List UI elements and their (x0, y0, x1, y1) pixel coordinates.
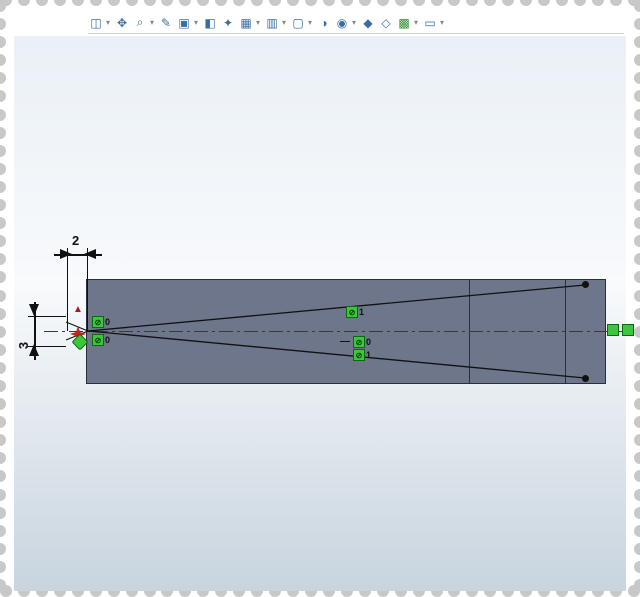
drag-handle-axis-2[interactable] (622, 324, 634, 336)
box-blank-icon[interactable]: ▢ (290, 15, 306, 31)
box-shaded-icon[interactable]: ▦ (238, 15, 254, 31)
constraint-lower-idx1: 1 (366, 351, 371, 360)
dropdown-icon[interactable]: ▾ (308, 18, 314, 27)
sketch-canvas: ▲ 2 3 ⊘ 0 ⊘ 0 ⊘ 1 — (14, 36, 626, 591)
perspective-icon[interactable]: ◑ (316, 15, 332, 31)
constraint-b[interactable]: ⊘ 0 (92, 334, 110, 346)
render-icon[interactable]: ▩ (396, 15, 412, 31)
drag-handle-axis[interactable] (607, 324, 619, 336)
constraint-upper-dia-index: 1 (359, 308, 364, 317)
dim2-ext1 (67, 248, 68, 331)
constraint-upper-dia[interactable]: ⊘ 1 (346, 306, 364, 318)
dropdown-icon[interactable]: ▾ (106, 18, 112, 27)
endpoint-lower[interactable] (582, 375, 589, 382)
constraint-a[interactable]: ⊘ 0 (92, 316, 110, 328)
dropdown-icon[interactable]: ▾ (194, 18, 200, 27)
horizontal-icon: — (340, 336, 350, 347)
dropdown-icon[interactable]: ▾ (282, 18, 288, 27)
zoom-fit-icon[interactable]: ⌕ (132, 15, 148, 31)
diameter-icon: ⊘ (92, 316, 104, 328)
diameter-icon: ⊘ (353, 349, 365, 361)
graphics-viewport[interactable]: ▲ 2 3 ⊘ 0 ⊘ 0 ⊘ 1 — (14, 36, 626, 591)
border-left (0, 0, 6, 591)
dim2-arrow-left (60, 248, 74, 260)
scenes-icon[interactable]: ◆ (360, 15, 376, 31)
dim-horizontal-value[interactable]: 2 (72, 233, 79, 248)
origin-arrow-icon: ▲ (73, 304, 83, 315)
view-cube-icon[interactable]: ◫ (88, 15, 104, 31)
dropdown-icon[interactable]: ▾ (352, 18, 358, 27)
border-top (0, 0, 640, 6)
sketch-line-lower[interactable] (88, 331, 585, 378)
dropdown-icon[interactable]: ▾ (150, 18, 156, 27)
view-axis-icon[interactable]: ✥ (114, 15, 130, 31)
box-edges-icon[interactable]: ▥ (264, 15, 280, 31)
constraint-a-index: 0 (105, 318, 110, 327)
diameter-icon: ⊘ (346, 306, 358, 318)
constraint-lower-dia[interactable]: — ⊘ 0 ⊘ 1 (340, 336, 371, 361)
wrench-icon[interactable]: ✦ (220, 15, 236, 31)
sketch-lines (14, 36, 626, 591)
border-right (634, 0, 640, 591)
apply-scene-icon[interactable]: ◇ (378, 15, 394, 31)
dropdown-icon[interactable]: ▾ (414, 18, 420, 27)
monitor-icon[interactable]: ▭ (422, 15, 438, 31)
dropdown-icon[interactable]: ▾ (256, 18, 262, 27)
display-style-icon[interactable]: ▣ (176, 15, 192, 31)
dim2-arrow-right (84, 248, 98, 260)
constraint-lower-idx0: 0 (366, 338, 371, 347)
diameter-icon: ⊘ (92, 334, 104, 346)
sketch-line-upper[interactable] (88, 285, 585, 331)
wand-icon[interactable]: ✎ (158, 15, 174, 31)
dropdown-icon[interactable]: ▾ (440, 18, 446, 27)
hide-show-icon[interactable]: ◉ (334, 15, 350, 31)
section-icon[interactable]: ◧ (202, 15, 218, 31)
heads-up-view-toolbar: ◫ ▾ ✥ ⌕ ▾ ✎ ▣ ▾ ◧ ✦ ▦ ▾ ▥ ▾ ▢ ▾ ◑ ◉ ▾ ◆ … (88, 14, 624, 34)
dim3-arrow-bottom (28, 344, 40, 358)
dim2-ext2 (87, 248, 88, 331)
endpoint-upper[interactable] (582, 281, 589, 288)
constraint-b-index: 0 (105, 336, 110, 345)
diameter-icon: ⊘ (353, 336, 365, 348)
dim3-arrow-top (28, 304, 40, 318)
